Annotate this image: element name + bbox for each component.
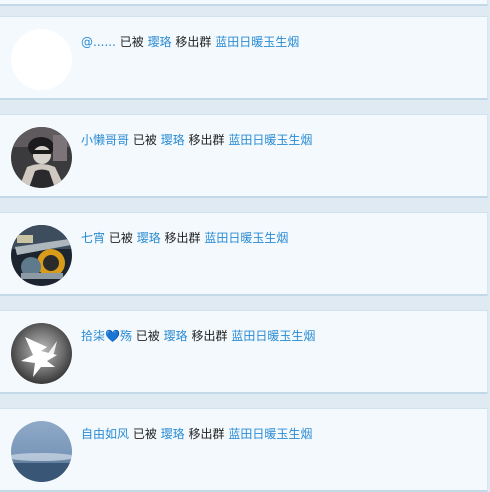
user-link[interactable]: 七宵 xyxy=(81,231,105,245)
actor-link[interactable]: 璎珞 xyxy=(164,329,188,343)
action-text: 移出群 xyxy=(164,231,201,245)
notification-text: 自由如风 已被 璎珞 移出群 蓝田日暖玉生烟 xyxy=(81,426,312,442)
notification-card: 自由如风 已被 璎珞 移出群 蓝田日暖玉生烟 xyxy=(0,408,488,492)
group-link[interactable]: 蓝田日暖玉生烟 xyxy=(215,35,299,49)
notification-text: @...... 已被 璎珞 移出群 蓝田日暖玉生烟 xyxy=(81,34,299,50)
user-link[interactable]: 自由如风 xyxy=(81,427,129,441)
user-link[interactable]: 小懒哥哥 xyxy=(81,133,129,147)
avatar[interactable] xyxy=(11,225,72,286)
action-text: 移出群 xyxy=(175,35,212,49)
group-link[interactable]: 蓝田日暖玉生烟 xyxy=(228,133,312,147)
actor-link[interactable]: 璎珞 xyxy=(148,35,172,49)
notification-card: @...... 已被 璎珞 移出群 蓝田日暖玉生烟 xyxy=(0,16,488,100)
action-text: 已被 xyxy=(119,35,144,49)
actor-link[interactable]: 璎珞 xyxy=(161,427,185,441)
photo-avatar-dark-icon xyxy=(11,127,72,188)
sky-avatar-icon xyxy=(11,421,72,482)
notification-text: 七宵 已被 璎珞 移出群 蓝田日暖玉生烟 xyxy=(81,230,288,246)
action-text: 移出群 xyxy=(191,329,228,343)
notification-card: 拾柒💙殇 已被 璎珞 移出群 蓝田日暖玉生烟 xyxy=(0,310,488,394)
avatar[interactable] xyxy=(11,29,72,90)
photo-avatar-machine-icon xyxy=(11,225,72,286)
user-link[interactable]: 拾柒💙殇 xyxy=(81,329,132,343)
group-link[interactable]: 蓝田日暖玉生烟 xyxy=(204,231,288,245)
notification-card: 七宵 已被 璎珞 移出群 蓝田日暖玉生烟 xyxy=(0,212,488,296)
notification-card: 小懒哥哥 已被 璎珞 移出群 蓝田日暖玉生烟 xyxy=(0,114,488,198)
user-link[interactable]: @...... xyxy=(81,35,116,49)
blank-avatar-icon xyxy=(11,29,72,90)
action-text: 移出群 xyxy=(188,133,225,147)
avatar[interactable] xyxy=(11,127,72,188)
action-text: 移出群 xyxy=(188,427,225,441)
previous-notification-card xyxy=(0,0,488,6)
wing-avatar-icon xyxy=(11,323,72,384)
action-text: 已被 xyxy=(108,231,133,245)
notification-text: 小懒哥哥 已被 璎珞 移出群 蓝田日暖玉生烟 xyxy=(81,132,312,148)
actor-link[interactable]: 璎珞 xyxy=(137,231,161,245)
action-text: 已被 xyxy=(132,427,157,441)
action-text: 已被 xyxy=(132,133,157,147)
notification-text: 拾柒💙殇 已被 璎珞 移出群 蓝田日暖玉生烟 xyxy=(81,328,315,344)
group-link[interactable]: 蓝田日暖玉生烟 xyxy=(231,329,315,343)
notification-feed: @...... 已被 璎珞 移出群 蓝田日暖玉生烟 小懒哥哥 已被 璎珞 移出群… xyxy=(0,0,490,492)
action-text: 已被 xyxy=(135,329,160,343)
group-link[interactable]: 蓝田日暖玉生烟 xyxy=(228,427,312,441)
avatar[interactable] xyxy=(11,421,72,482)
actor-link[interactable]: 璎珞 xyxy=(161,133,185,147)
avatar[interactable] xyxy=(11,323,72,384)
